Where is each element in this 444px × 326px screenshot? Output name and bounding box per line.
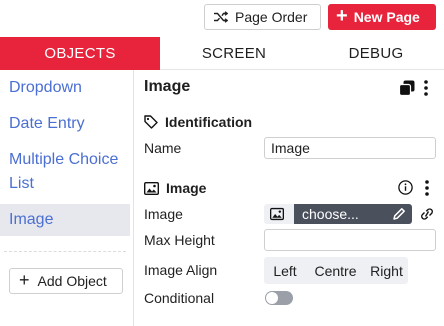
tab-screen[interactable]: SCREEN [160, 37, 308, 70]
choose-image-button[interactable]: choose... [294, 204, 412, 224]
max-height-label: Max Height [144, 232, 215, 248]
tag-icon [144, 115, 158, 129]
sidebar-item-dropdown[interactable]: Dropdown [0, 76, 130, 100]
page-order-label: Page Order [235, 9, 308, 25]
objects-sidebar: Dropdown Date Entry Multiple Choice List… [0, 70, 134, 326]
choose-image-label: choose... [302, 206, 359, 222]
sidebar-item-date-entry[interactable]: Date Entry [0, 112, 130, 136]
image-section-heading: Image [144, 180, 206, 196]
sidebar-divider [4, 251, 126, 252]
toggle-knob [266, 292, 278, 304]
tab-debug[interactable]: DEBUG [308, 37, 444, 70]
image-icon [270, 207, 284, 221]
align-right-button[interactable]: Right [365, 257, 408, 284]
add-object-button[interactable]: + Add Object [9, 268, 123, 294]
info-icon[interactable] [398, 180, 413, 195]
plus-icon: + [19, 270, 30, 290]
image-icon [144, 181, 159, 195]
link-icon[interactable] [418, 206, 436, 222]
add-object-label: Add Object [37, 273, 107, 289]
more-vertical-icon[interactable] [422, 179, 432, 197]
pencil-icon[interactable] [392, 207, 406, 221]
image-chooser[interactable]: choose... [264, 204, 412, 224]
copy-icon[interactable] [399, 80, 415, 96]
align-left-button[interactable]: Left [264, 257, 306, 284]
identification-heading-label: Identification [165, 114, 253, 130]
tab-objects[interactable]: OBJECTS [0, 37, 160, 70]
image-align-segmented: Left Centre Right [264, 257, 408, 284]
more-vertical-icon[interactable] [421, 79, 431, 97]
conditional-toggle[interactable] [265, 291, 293, 305]
plus-icon: + [336, 5, 348, 27]
image-label: Image [144, 206, 183, 222]
page-order-button[interactable]: Page Order [204, 4, 321, 30]
image-section-heading-label: Image [166, 180, 207, 196]
name-input[interactable] [264, 137, 436, 159]
tab-bar: OBJECTS SCREEN DEBUG [0, 37, 444, 70]
name-label: Name [144, 140, 182, 156]
new-page-label: New Page [353, 9, 420, 25]
shuffle-icon [214, 11, 228, 23]
align-centre-button[interactable]: Centre [306, 257, 365, 284]
sidebar-item-multiple-choice-list[interactable]: Multiple Choice List [0, 148, 124, 196]
sidebar-item-image[interactable]: Image [0, 204, 130, 236]
top-toolbar: Page Order + New Page [0, 0, 444, 37]
conditional-label: Conditional [144, 290, 215, 306]
identification-heading: Identification [144, 114, 252, 130]
new-page-button[interactable]: + New Page [328, 4, 436, 30]
panel-title: Image [144, 78, 191, 95]
max-height-input[interactable] [264, 229, 436, 251]
image-align-label: Image Align [144, 262, 218, 278]
properties-panel: Image Identification Name Image Image Im… [135, 70, 444, 326]
